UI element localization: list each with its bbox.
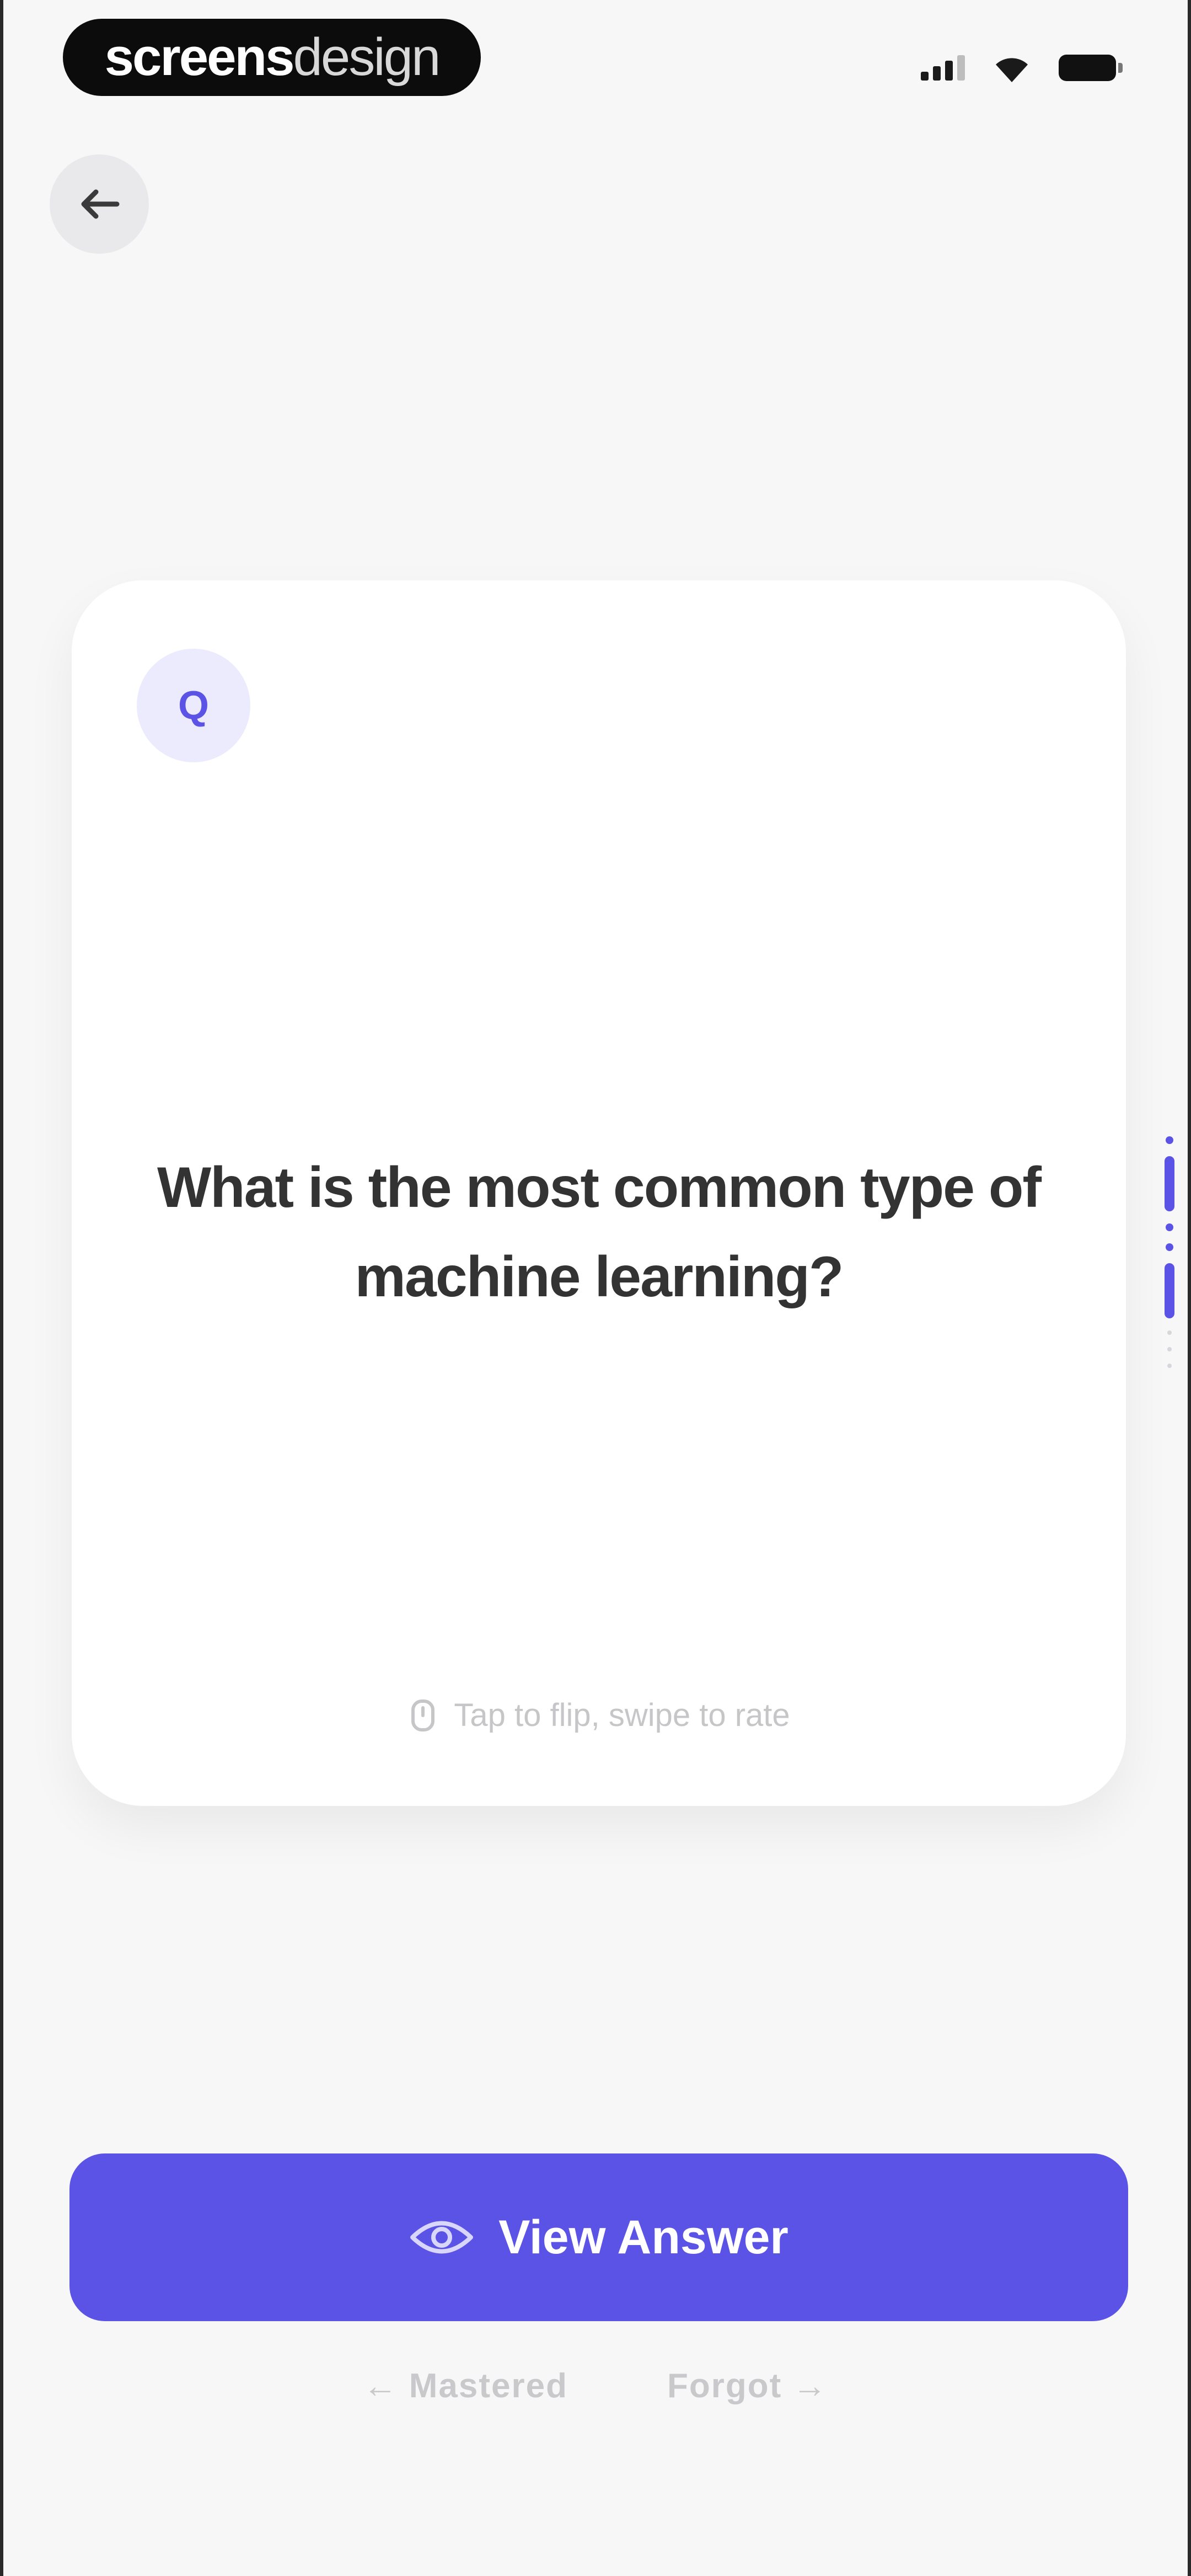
arrow-left-icon [81,189,120,219]
back-button[interactable] [50,154,149,254]
card-hint: Tap to flip, swipe to rate [72,1697,1126,1734]
forgot-hint[interactable]: Forgot → [667,2366,828,2406]
hand-tap-icon [411,1699,435,1731]
view-answer-label: View Answer [498,2210,788,2264]
brand-badge: screens design [63,19,481,96]
progress-dot [1166,1136,1173,1144]
brand-text-bold: screens [104,28,295,87]
card-hint-text: Tap to flip, swipe to rate [454,1697,790,1733]
swipe-hints: ← Mastered Forgot → [3,2366,1188,2406]
progress-dot-inactive [1167,1364,1172,1368]
progress-indicator [1161,1136,1178,1368]
eye-icon [410,2221,474,2254]
progress-dot-inactive [1167,1330,1172,1335]
wifi-icon [996,58,1028,82]
status-icons [921,49,1123,87]
progress-dot-inactive [1167,1347,1172,1351]
progress-dot [1166,1243,1173,1251]
progress-bar-segment [1165,1156,1174,1211]
progress-bar-segment [1165,1263,1174,1318]
mastered-hint[interactable]: ← Mastered [363,2366,568,2406]
progress-dot [1166,1223,1173,1231]
question-text: What is the most common type of machine … [157,1156,1042,1309]
flashcard[interactable]: Q What is the most common type of machin… [72,580,1126,1806]
brand-text-light: design [293,28,441,87]
question-badge: Q [137,649,250,762]
flashcard-screen: screens design Q What is the most common … [0,0,1191,2576]
battery-icon [1059,55,1123,81]
view-answer-button[interactable]: View Answer [69,2153,1128,2321]
cellular-signal-icon [921,55,965,81]
